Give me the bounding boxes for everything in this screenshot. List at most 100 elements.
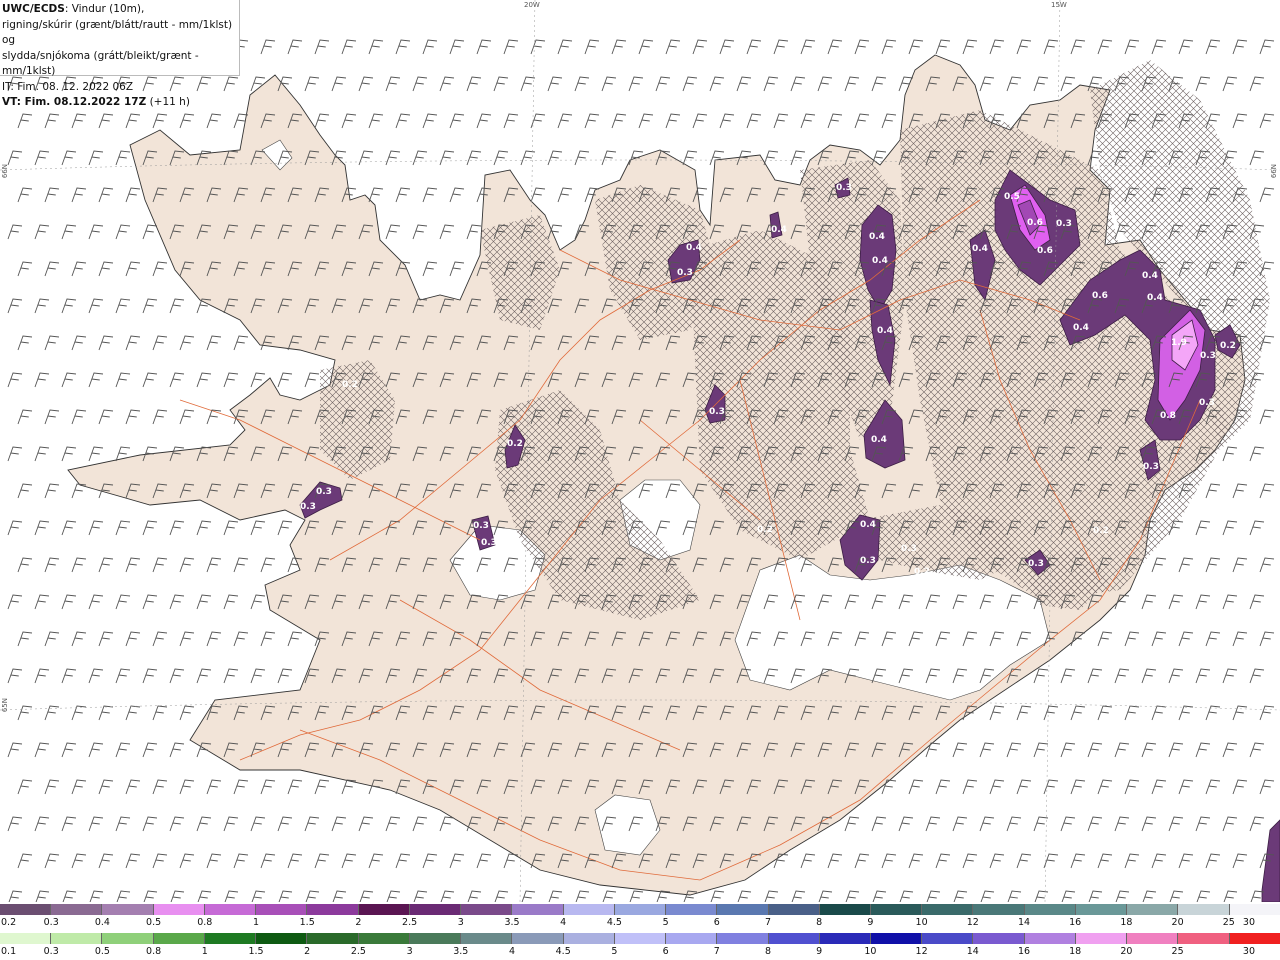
rain-legend-label: 18 [1069,946,1082,957]
rain-legend-label: 16 [1017,946,1031,957]
rain-legend-label: 25 [1171,946,1184,957]
snow-swatch [1024,904,1076,915]
snow-legend-label: 2.5 [402,917,418,928]
rain-swatch [102,933,154,944]
precip-label: 0.3 [677,268,693,278]
snow-swatch [102,904,154,915]
rain-legend-label: 5 [611,946,618,957]
rain-swatch [1178,933,1230,944]
snow-swatch [563,904,615,915]
rain-swatch [614,933,667,944]
precip-label: 0.3 [1056,219,1072,229]
precip-label: 0.5 [1004,192,1020,202]
rain-swatch [461,933,513,944]
snow-swatch [1229,904,1280,915]
precip-label: 0.3 [901,544,917,554]
precip-label: 0.4 [871,435,887,445]
rain-legend-label: 1.5 [248,946,264,957]
snow-swatch [512,904,564,915]
rain-legend-label: 0.8 [146,946,162,957]
snow-swatch [256,904,308,915]
snow-swatch [768,904,820,915]
precip-label: 0.4 [1142,271,1158,281]
valid-time: VT: Fim. 08.12.2022 17Z [2,96,147,108]
snow-swatch [819,904,871,915]
snow-swatch [666,904,718,915]
precip-label: 0.3 [1143,462,1159,472]
rain-legend-label: 4.5 [555,946,571,957]
rain-swatch [973,933,1025,944]
lat-label-66n-right: 66N [1270,164,1278,179]
rain-colorbar [0,933,1280,944]
snow-legend-label: 8 [816,917,823,928]
rain-legend-label: 4 [508,946,516,957]
precip-label: 0.3 [473,521,489,531]
precip-label: 0.2 [757,525,773,535]
snow-swatch [461,904,513,915]
snow-swatch [358,904,410,915]
snow-legend-label: 6 [713,917,720,928]
lon-label-15w: 15W [1051,1,1067,9]
snow-swatch [1127,904,1179,915]
rain-legend-label: 0.3 [43,946,59,957]
rain-legend-label: 6 [662,946,669,957]
rain-swatch [922,933,974,944]
snow-legend-label: 7 [764,917,772,928]
snow-swatch [1178,904,1230,915]
precip-label: 0.2 [914,567,930,577]
rain-legend-label: 0.1 [1,946,17,957]
rain-swatch [409,933,462,944]
rain-legend-label: 3 [406,946,413,957]
snow-legend-label: 0.2 [1,917,17,928]
map-info-box: UWC/ECDS: Vindur (10m), rigning/skúrir (… [0,0,240,108]
snow-swatch [614,904,667,915]
snow-swatch [307,904,359,915]
precip-label: 1.9 [1171,338,1187,348]
snow-legend-label: 5 [662,917,669,928]
precip-label: 0.3 [481,538,497,548]
rain-swatch [1075,933,1128,944]
rain-legend-label: 20 [1120,946,1133,957]
precip-label: 0.4 [869,232,885,242]
precip-label: 0.4 [771,225,787,235]
rain-swatch [51,933,103,944]
snow-legend-label: 1 [252,917,260,928]
snow-legend-label: 25 [1222,917,1235,928]
init-time: IT: Fim. 08. 12. 2022 06Z [2,80,134,93]
snow-swatch [51,904,103,915]
precip-label: 0.6 [1027,218,1043,228]
precip-label: 0.6 [1092,291,1108,301]
precip-label: 0.4 [877,326,893,336]
precip-label: 0.4 [686,243,702,253]
snow-swatch [153,904,205,915]
wind-label: : Vindur (10m), [64,3,145,15]
rain-swatch [563,933,615,944]
rain-swatch [307,933,359,944]
lat-label-65n-left: 65N [1,698,9,713]
precip-label: 0.8 [1160,411,1176,421]
rain-legend-label: 1 [201,946,208,957]
snow-legend-label: 12 [966,917,979,928]
snow-legend-label: 2 [355,917,362,928]
weather-map: 0.3 0.4 0.3 0.4 0.4 0.4 0.5 0.6 0.3 0.4 … [0,0,1280,902]
source-label: UWC/ECDS [2,3,65,15]
rain-swatch [153,933,205,944]
rain-legend-label: 0.5 [94,946,110,957]
rain-swatch [256,933,308,944]
rain-legend-label: 3.5 [453,946,469,957]
snow-legend-label: 18 [1120,917,1133,928]
snow-legend-label: 0.3 [43,917,59,928]
snow-legend-label: 3.5 [504,917,520,928]
rain-swatch [1024,933,1076,944]
rain-legend-label: 9 [816,946,823,957]
rain-legend-caption: rigning/skúrir (grænt/blátt/rautt - mm/1… [2,18,233,47]
rain-legend-label: 10 [864,946,877,957]
precip-label: 0.2 [507,439,523,449]
rain-swatch [1229,933,1280,944]
rain-swatch [204,933,257,944]
rain-legend-label: 30 [1242,946,1255,957]
rain-legend-label: 12 [915,946,928,957]
snow-swatch [409,904,462,915]
snow-legend-label: 9 [867,917,874,928]
snow-swatch [1075,904,1128,915]
